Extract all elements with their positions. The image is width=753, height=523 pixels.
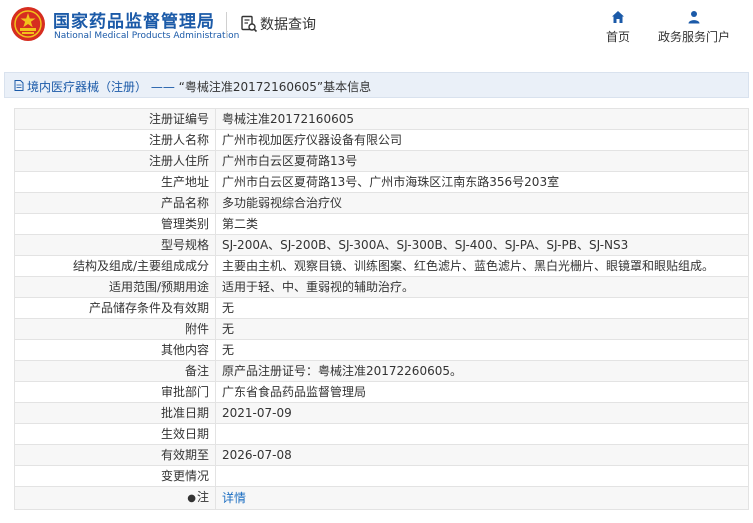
field-label: 有效期至	[14, 444, 216, 466]
breadcrumb-separator: ——	[150, 80, 175, 94]
nav-home[interactable]: 首页	[598, 10, 638, 45]
table-row: 产品名称 多功能弱视综合治疗仪	[14, 192, 749, 214]
field-value: 广州市白云区夏荷路13号、广州市海珠区江南东路356号203室	[215, 171, 749, 193]
field-value: 无	[215, 297, 749, 319]
table-row: 生效日期	[14, 423, 749, 445]
field-label: 型号规格	[14, 234, 216, 256]
table-row: 管理类别 第二类	[14, 213, 749, 235]
table-row: 注册人住所 广州市白云区夏荷路13号	[14, 150, 749, 172]
home-icon	[612, 11, 624, 23]
field-label: 适用范围/预期用途	[14, 276, 216, 298]
field-value: 第二类	[215, 213, 749, 235]
header-divider	[226, 12, 227, 38]
table-row: 其他内容 无	[14, 339, 749, 361]
field-value	[215, 465, 749, 487]
table-row: 注册人名称 广州市视加医疗仪器设备有限公司	[14, 129, 749, 151]
table-row: 型号规格 SJ-200A、SJ-200B、SJ-300A、SJ-300B、SJ-…	[14, 234, 749, 256]
field-value: 广州市视加医疗仪器设备有限公司	[215, 129, 749, 151]
breadcrumb-text: 境内医疗器械（注册） —— “粤械注准20172160605”基本信息	[27, 78, 371, 95]
field-label: 审批部门	[14, 381, 216, 403]
nav-home-label: 首页	[605, 30, 630, 44]
table-row: 变更情况	[14, 465, 749, 487]
field-label: 管理类别	[14, 213, 216, 235]
field-value: 原产品注册证号：粤械注准20172260605。	[215, 360, 749, 382]
nav-gov-portal[interactable]: 政务服务门户	[652, 10, 736, 45]
field-value	[215, 423, 749, 445]
table-row: 结构及组成/主要组成成分 主要由主机、观察目镜、训练图案、红色滤片、蓝色滤片、黑…	[14, 255, 749, 277]
field-value: 多功能弱视综合治疗仪	[215, 192, 749, 214]
table-row: 产品储存条件及有效期 无	[14, 297, 749, 319]
brand-title: 国家药品监督管理局	[53, 12, 215, 32]
field-value: 无	[215, 318, 749, 340]
breadcrumb-section-link[interactable]: 境内医疗器械（注册）	[27, 80, 147, 94]
field-label: 注册人住所	[14, 150, 216, 172]
breadcrumb-current: “粤械注准20172160605”基本信息	[178, 80, 372, 94]
field-value: 主要由主机、观察目镜、训练图案、红色滤片、蓝色滤片、黑白光栅片、眼镜罩和眼贴组成…	[215, 255, 749, 277]
field-value: 无	[215, 339, 749, 361]
breadcrumb: 境内医疗器械（注册） —— “粤械注准20172160605”基本信息	[4, 72, 749, 98]
data-query-icon	[241, 15, 258, 33]
field-label: 备注	[14, 360, 216, 382]
table-row: 备注 原产品注册证号：粤械注准20172260605。	[14, 360, 749, 382]
table-row: 生产地址 广州市白云区夏荷路13号、广州市海珠区江南东路356号203室	[14, 171, 749, 193]
page-section-title: 数据查询	[260, 17, 316, 33]
detail-table: 注册证编号 粤械注准20172160605 注册人名称 广州市视加医疗仪器设备有…	[14, 108, 749, 510]
field-value: 适用于轻、中、重弱视的辅助治疗。	[215, 276, 749, 298]
national-emblem-icon	[11, 7, 45, 41]
note-detail-link[interactable]: 详情	[215, 486, 749, 510]
brand-subtitle: National Medical Products Administration	[54, 31, 240, 41]
field-value: 2026-07-08	[215, 444, 749, 466]
field-label: 注册证编号	[14, 108, 216, 130]
table-row: 适用范围/预期用途 适用于轻、中、重弱视的辅助治疗。	[14, 276, 749, 298]
table-row: 有效期至 2026-07-08	[14, 444, 749, 466]
table-row: 附件 无	[14, 318, 749, 340]
user-icon	[688, 11, 700, 24]
table-row: ●注 详情	[14, 486, 749, 510]
field-label: 变更情况	[14, 465, 216, 487]
field-label: 结构及组成/主要组成成分	[14, 255, 216, 277]
field-label: 附件	[14, 318, 216, 340]
table-row: 审批部门 广东省食品药品监督管理局	[14, 381, 749, 403]
note-label: 注	[196, 490, 209, 504]
field-label: 其他内容	[14, 339, 216, 361]
field-label: 生产地址	[14, 171, 216, 193]
field-value: SJ-200A、SJ-200B、SJ-300A、SJ-300B、SJ-400、S…	[215, 234, 749, 256]
note-label-cell: ●注	[14, 486, 216, 510]
field-label: 批准日期	[14, 402, 216, 424]
field-value: 广州市白云区夏荷路13号	[215, 150, 749, 172]
field-value: 广东省食品药品监督管理局	[215, 381, 749, 403]
field-value: 2021-07-09	[215, 402, 749, 424]
field-label: 产品储存条件及有效期	[14, 297, 216, 319]
document-icon	[14, 80, 24, 91]
field-label: 注册人名称	[14, 129, 216, 151]
field-value: 粤械注准20172160605	[215, 108, 749, 130]
nav-gov-portal-label: 政务服务门户	[657, 30, 730, 44]
field-label: 产品名称	[14, 192, 216, 214]
table-row: 批准日期 2021-07-09	[14, 402, 749, 424]
pin-icon: ●	[187, 493, 196, 504]
field-label: 生效日期	[14, 423, 216, 445]
site-header: 国家药品监督管理局 National Medical Products Admi…	[0, 0, 753, 60]
table-row: 注册证编号 粤械注准20172160605	[14, 108, 749, 130]
